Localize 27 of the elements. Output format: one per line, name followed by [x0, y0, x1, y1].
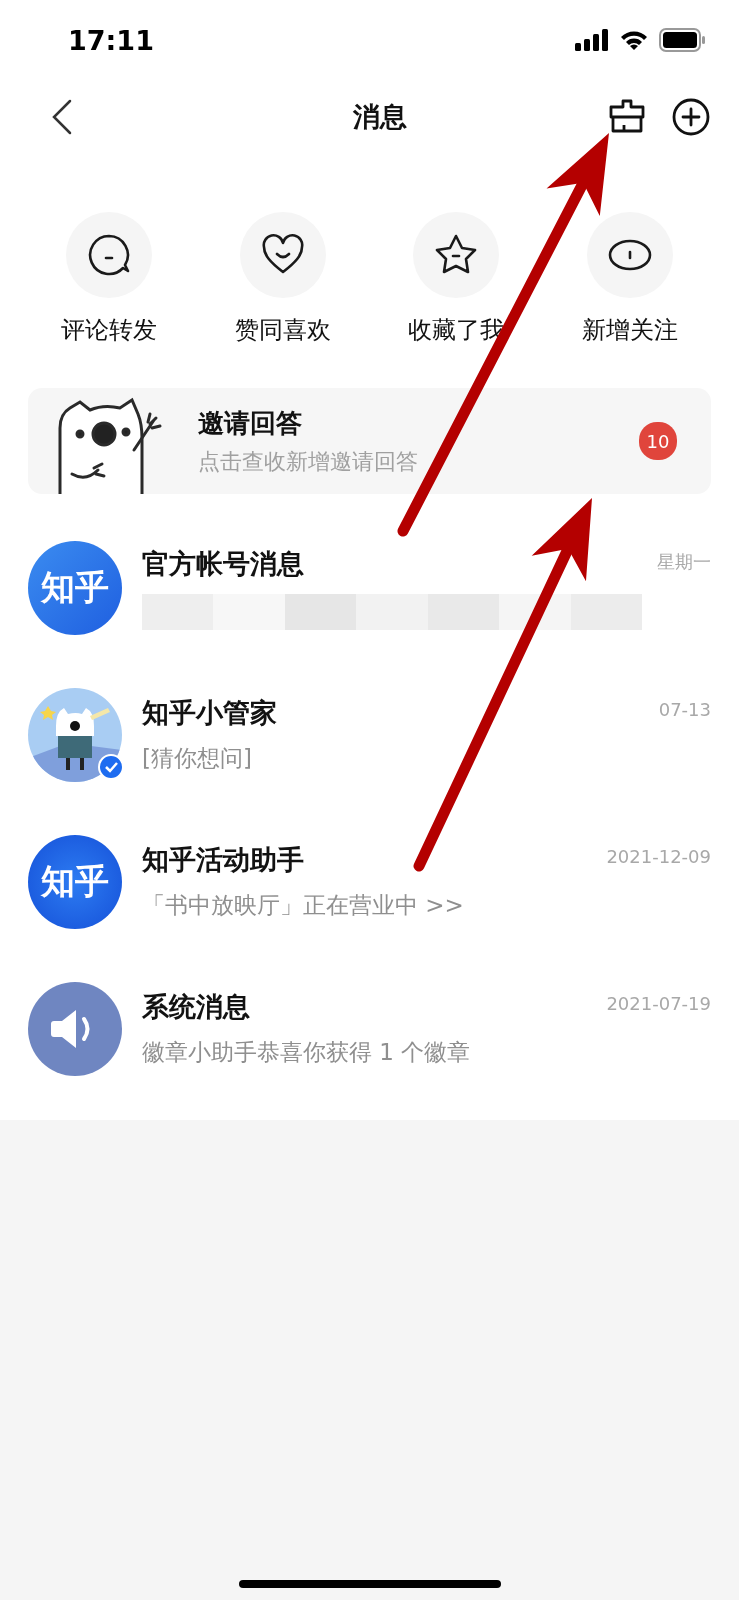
- back-icon: [51, 99, 73, 135]
- conversation-time: 星期一: [657, 549, 711, 574]
- conversation-time: 07-13: [658, 698, 711, 720]
- avatar-logo-text: 知乎: [41, 565, 109, 609]
- invite-card[interactable]: 邀请回答 点击查收新增邀请回答 10: [28, 388, 711, 494]
- conversation-name: 知乎小管家: [142, 696, 277, 730]
- conversation-preview: [猜你想问]: [142, 744, 253, 773]
- wifi-icon: [619, 29, 649, 51]
- count-badge: 10: [639, 422, 677, 460]
- conversation-time: 2021-07-19: [606, 992, 711, 1014]
- avatar-logo-text: 知乎: [41, 859, 109, 903]
- status-time: 17:11: [68, 24, 154, 56]
- conversation-time: 2021-12-09: [606, 845, 711, 867]
- invite-subtitle: 点击查收新增邀请回答: [198, 447, 419, 476]
- conversation-name: 知乎活动助手: [142, 843, 304, 877]
- quick-action[interactable]: 新增关注: [543, 212, 717, 346]
- add-icon: [671, 97, 711, 137]
- conversation-preview: 「书中放映厅」正在营业中 >>: [142, 891, 465, 920]
- signal-icon: [575, 29, 609, 51]
- conversation-preview: 徽章小助手恭喜你获得 1 个徽章: [142, 1038, 472, 1067]
- page-title: 消息: [351, 100, 408, 134]
- quick-action[interactable]: 评论转发: [22, 212, 196, 346]
- battery-icon: [659, 28, 705, 52]
- invite-title: 邀请回答: [198, 406, 303, 440]
- quick-action[interactable]: 赞同喜欢: [195, 212, 370, 346]
- conversation-name: 官方帐号消息: [142, 546, 304, 581]
- conversation-name: 系统消息: [142, 990, 250, 1024]
